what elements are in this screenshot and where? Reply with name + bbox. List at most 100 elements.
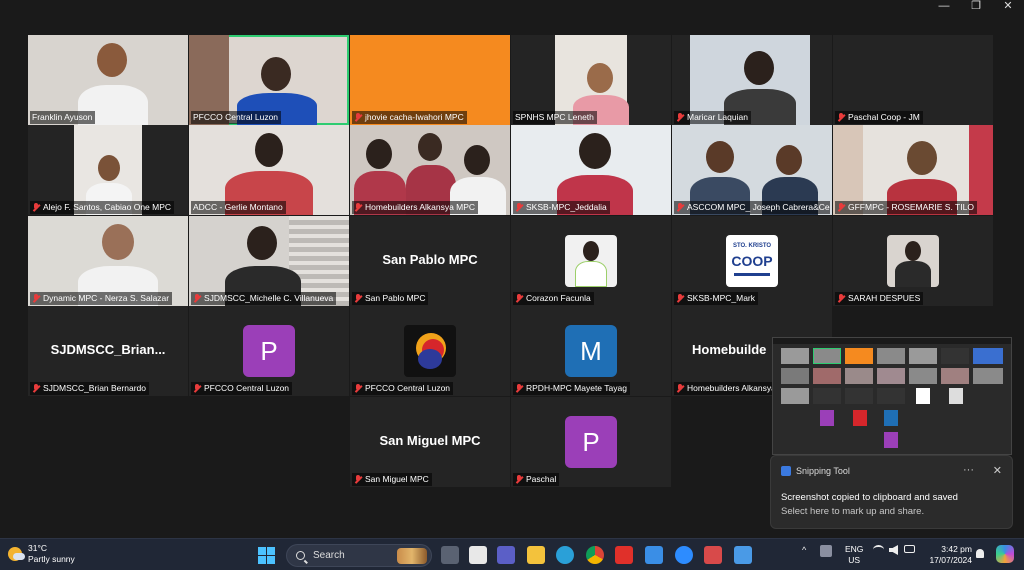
video-tile[interactable]: ADCC - Gerlie Montano: [189, 125, 349, 215]
video-tile[interactable]: GFFMPC - ROSEMARIE S. TILO: [833, 125, 993, 215]
video-tile[interactable]: P PFCCO Central Luzon: [189, 306, 349, 396]
chrome-icon[interactable]: [586, 546, 604, 564]
partly-sunny-icon: [8, 547, 25, 561]
muted-mic-icon: [515, 203, 523, 212]
toast-header: Snipping Tool: [781, 466, 850, 476]
language-indicator[interactable]: ENG US: [845, 544, 863, 566]
video-tile[interactable]: Corazon Facunla: [511, 216, 671, 306]
muted-mic-icon: [32, 203, 40, 212]
file-explorer-icon[interactable]: [527, 546, 545, 564]
screenshot-preview-thumbnail[interactable]: [772, 337, 1012, 455]
participant-name: San Pablo MPC: [352, 292, 429, 305]
snipping-tool-icon: [781, 466, 791, 476]
video-tile[interactable]: SKSB-MPC_Jeddalia: [511, 125, 671, 215]
participant-name: ASCCOM MPC_ Joseph Cabrera&Ce...: [674, 201, 830, 214]
task-view-icon[interactable]: [441, 546, 459, 564]
close-window-button[interactable]: ✕: [992, 0, 1024, 14]
participant-name: Homebuilders Alkansya MPC: [352, 201, 479, 214]
battery-icon[interactable]: [904, 545, 915, 553]
more-options-button[interactable]: ···: [963, 464, 974, 476]
search-placeholder: Search: [313, 550, 345, 561]
participant-name: San Miguel MPC: [352, 473, 432, 486]
participant-name: SKSB-MPC_Jeddalia: [513, 201, 610, 214]
muted-mic-icon: [515, 384, 523, 393]
profile-picture: [887, 235, 939, 287]
volume-icon[interactable]: [889, 545, 898, 555]
muted-mic-icon: [354, 203, 362, 212]
participant-name: Paschal Coop - JM: [835, 111, 923, 124]
system-clock[interactable]: 3:42 pm 17/07/2024: [922, 544, 972, 566]
copilot-icon[interactable]: [996, 545, 1014, 563]
video-tile[interactable]: PFCCO Central Luzon: [350, 306, 510, 396]
video-tile[interactable]: San Miguel MPC San Miguel MPC: [350, 397, 510, 487]
muted-mic-icon: [32, 294, 40, 303]
search-box[interactable]: Search: [286, 544, 432, 567]
video-tile[interactable]: Dynamic MPC - Nerza S. Salazar: [28, 216, 188, 306]
participant-name: RPDH-MPC Mayete Tayag: [513, 382, 630, 395]
edge-icon[interactable]: [556, 546, 574, 564]
video-tile-active-speaker[interactable]: PFCCO Central Luzon: [189, 35, 349, 125]
muted-mic-icon: [354, 475, 362, 484]
video-tile[interactable]: Paschal Coop - JM: [833, 35, 993, 125]
weather-widget[interactable]: 31°C Partly sunny: [8, 543, 75, 565]
zoom-icon[interactable]: [675, 546, 693, 564]
participant-name: Dynamic MPC - Nerza S. Salazar: [30, 292, 173, 305]
participant-name: SJDMSCC_Brian Bernardo: [30, 382, 149, 395]
calendar-app-icon[interactable]: [645, 546, 663, 564]
close-toast-button[interactable]: ✕: [993, 464, 1002, 477]
avatar-letter: M: [565, 325, 617, 377]
video-tile[interactable]: jhovie cacha-Iwahori MPC: [350, 35, 510, 125]
muted-mic-icon: [354, 294, 362, 303]
participant-name: Maricar Laquian: [674, 111, 751, 124]
photos-icon[interactable]: [734, 546, 752, 564]
participant-display-name: San Miguel MPC: [379, 433, 481, 448]
snipping-tool-notification[interactable]: Snipping Tool ··· ✕ Screenshot copied to…: [770, 455, 1013, 529]
video-tile[interactable]: P Paschal: [511, 397, 671, 487]
windows-start-icon[interactable]: [258, 547, 275, 564]
search-icon: [296, 551, 305, 560]
video-tile[interactable]: Maricar Laquian: [672, 35, 832, 125]
participant-name: PFCCO Central Luzon: [191, 382, 293, 395]
wps-office-icon[interactable]: [615, 546, 633, 564]
video-tile[interactable]: Franklin Ayuson: [28, 35, 188, 125]
video-tile[interactable]: Homebuilders Alkansya MPC: [350, 125, 510, 215]
video-tile[interactable]: Alejo F. Santos, Cabiao One MPC: [28, 125, 188, 215]
muted-mic-icon: [676, 113, 684, 122]
participant-name: ADCC - Gerlie Montano: [191, 201, 286, 214]
notification-bell-icon[interactable]: [976, 549, 984, 558]
pfcco-logo: [404, 325, 456, 377]
muted-mic-icon: [32, 384, 40, 393]
profile-picture: [565, 235, 617, 287]
participant-name: SPNHS MPC Leneth: [513, 111, 597, 124]
participant-name: SJDMSCC_Michelle C. Villanueva: [191, 292, 337, 305]
toast-message: Screenshot copied to clipboard and saved: [781, 492, 958, 503]
teams-icon[interactable]: [497, 546, 515, 564]
video-tile[interactable]: San Pablo MPC San Pablo MPC: [350, 216, 510, 306]
video-tile[interactable]: SJDMSCC_Brian... SJDMSCC_Brian Bernardo: [28, 306, 188, 396]
avatar-letter: P: [243, 325, 295, 377]
participant-name: Alejo F. Santos, Cabiao One MPC: [30, 201, 175, 214]
logo-text: STO. KRISTO: [732, 243, 772, 249]
wifi-icon[interactable]: [873, 545, 884, 554]
participant-name: PFCCO Central Luzon: [191, 111, 282, 124]
minimize-button[interactable]: —: [928, 0, 960, 14]
muted-mic-icon: [676, 203, 684, 212]
restore-button[interactable]: ❐: [960, 0, 992, 14]
participant-name: SARAH DESPUES: [835, 292, 924, 305]
video-tile[interactable]: ASCCOM MPC_ Joseph Cabrera&Ce...: [672, 125, 832, 215]
tray-app-icon[interactable]: [820, 545, 832, 557]
video-tile[interactable]: STO. KRISTO COOP SKSB-MPC_Mark: [672, 216, 832, 306]
app-icon[interactable]: [704, 546, 722, 564]
muted-mic-icon: [354, 113, 362, 122]
participant-display-name: San Pablo MPC: [382, 252, 478, 267]
participant-name: Corazon Facunla: [513, 292, 594, 305]
video-tile[interactable]: SJDMSCC_Michelle C. Villanueva: [189, 216, 349, 306]
store-icon[interactable]: [469, 546, 487, 564]
video-tile[interactable]: SARAH DESPUES: [833, 216, 993, 306]
show-hidden-icons-button[interactable]: ^: [802, 545, 806, 555]
coop-logo: STO. KRISTO COOP: [726, 235, 778, 287]
muted-mic-icon: [676, 384, 684, 393]
muted-mic-icon: [193, 384, 201, 393]
video-tile[interactable]: SPNHS MPC Leneth: [511, 35, 671, 125]
video-tile[interactable]: M RPDH-MPC Mayete Tayag: [511, 306, 671, 396]
